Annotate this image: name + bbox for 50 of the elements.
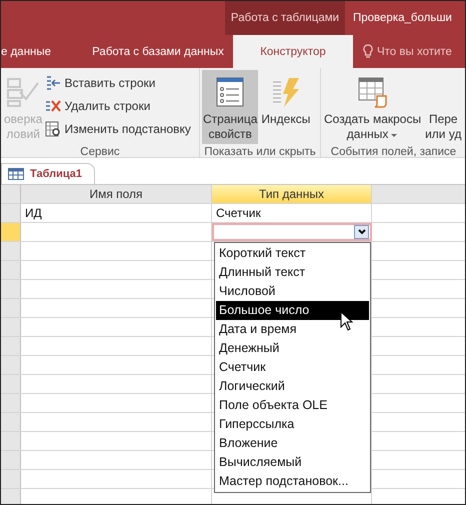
row-selector[interactable] [1,489,21,504]
group-label: Показать или скрыть [203,145,317,160]
table-macro-icon [356,76,389,108]
ribbon-button[interactable]: Вставить строки [45,72,194,93]
column-header[interactable]: Тип данных [212,185,372,203]
row-selector[interactable] [1,280,21,298]
row-selector[interactable] [1,470,21,488]
ribbon-tab[interactable]: е данные [1,35,83,68]
window-title: Проверка_больши [352,11,453,26]
ribbon-button[interactable]: Пере или уд [424,70,462,144]
row-selector[interactable] [1,356,21,374]
tell-me-field[interactable]: Что вы хотите [353,35,452,68]
row-selector[interactable] [1,223,21,241]
context-tab-label: Работа с таблицами [225,1,345,35]
property-sheet-icon [215,76,246,108]
row-selector[interactable] [1,242,21,260]
ribbon-button[interactable]: Удалить строки [45,95,194,116]
row-selector[interactable] [1,394,21,412]
row-selector[interactable] [1,337,21,355]
table-icon [8,168,24,180]
row-selector[interactable] [1,204,21,222]
ribbon-button[interactable]: Изменить подстановку [45,118,194,139]
document-tab[interactable]: Таблица1 [1,163,95,184]
table-cell: Счетчик [212,204,372,222]
ribbon-button[interactable]: Страница свойств [202,70,258,144]
insert-rows-icon [45,74,62,90]
row-selector[interactable] [1,375,21,393]
column-header[interactable]: Имя поля [21,185,212,203]
dropdown-button[interactable] [354,225,369,239]
mouse-cursor-icon [340,311,354,331]
lightning-icon [270,76,301,108]
chevron-down-icon [358,229,366,235]
lightbulb-icon [363,44,373,59]
lookup-icon [45,120,62,136]
row-selector[interactable] [1,413,21,431]
row-selector[interactable] [1,318,21,336]
validation-icon [6,76,40,108]
ribbon-tab[interactable]: Конструктор [233,35,353,68]
ribbon-button[interactable]: Создать макросы данных [323,70,422,144]
table-cell: ИД [21,204,212,222]
row-selector[interactable] [1,432,21,450]
row-selector[interactable] [1,299,21,317]
dropdown-option[interactable]: Большое число [216,301,369,320]
delete-rows-icon [45,98,62,114]
row-selector[interactable] [1,261,21,279]
ribbon-button[interactable]: Индексы [260,70,312,144]
ribbon-tab[interactable]: Работа с базами данных [83,35,233,68]
group-label: События полей, записе [330,145,458,160]
group-label: Сервис [79,145,121,160]
row-selector[interactable] [1,451,21,469]
